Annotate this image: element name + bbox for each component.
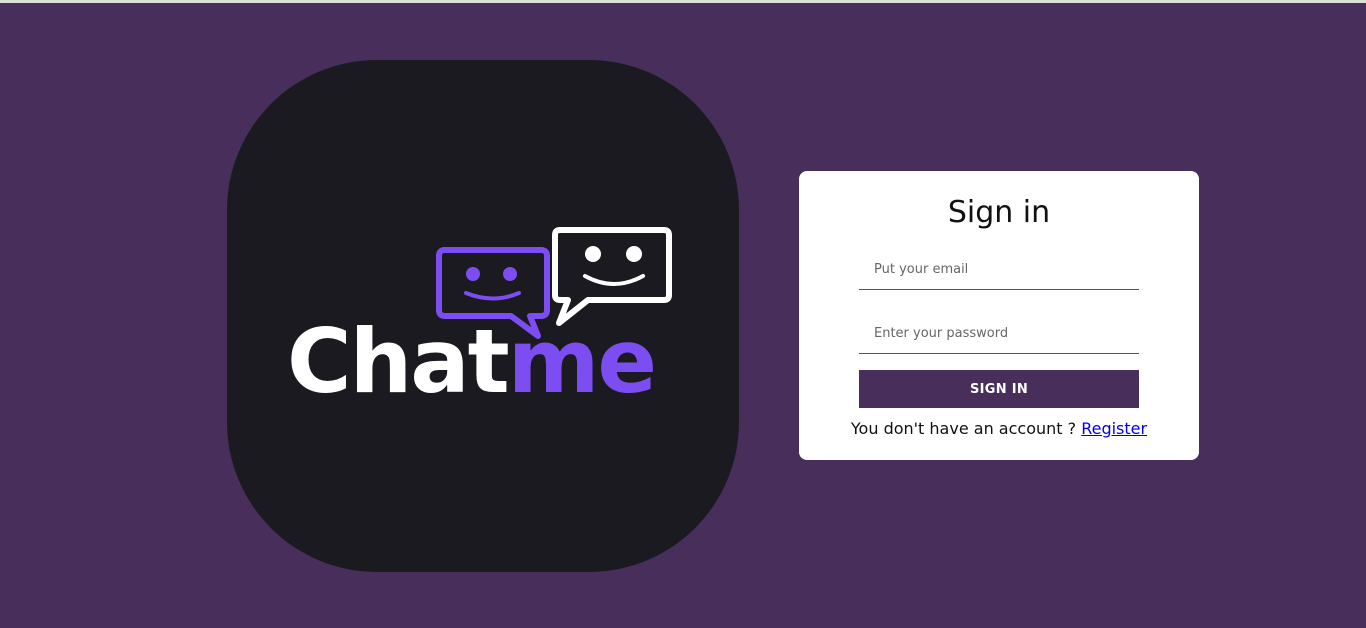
signin-title: Sign in	[947, 195, 1051, 230]
logo-wordmark: Chatme	[287, 310, 657, 413]
email-field[interactable]	[859, 250, 1139, 290]
register-prompt-text: You don't have an account ?	[850, 419, 1082, 438]
chatme-logo: Chatme	[227, 60, 739, 572]
logo-word-me: me	[507, 310, 657, 413]
top-border-strip	[0, 0, 1366, 3]
signin-button[interactable]: SIGN IN	[859, 370, 1139, 408]
password-field[interactable]	[859, 314, 1139, 354]
register-link[interactable]: Register	[1081, 419, 1147, 438]
signin-card: Sign in SIGN IN You don't have an accoun…	[799, 171, 1199, 460]
register-prompt: You don't have an account ? Register	[799, 417, 1199, 441]
logo-word-chat: Chat	[287, 310, 510, 413]
